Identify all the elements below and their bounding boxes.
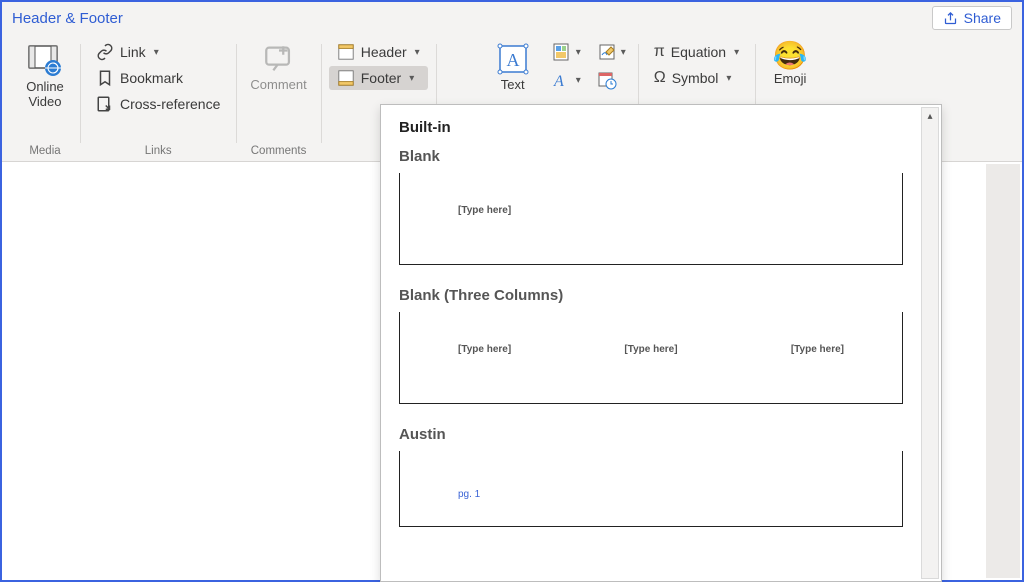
emoji-label: Emoji [774,72,807,87]
signature-icon [597,42,617,62]
equation-label: Equation [671,44,726,60]
placeholder-text: [Type here] [458,205,511,216]
bookmark-label: Bookmark [120,70,183,86]
date-time-icon [597,70,617,90]
chevron-down-icon: ▾ [154,47,159,58]
header-label: Header [361,44,407,60]
equation-button[interactable]: π Equation ▾ [646,40,747,64]
link-label: Link [120,44,146,60]
footer-template-blank[interactable]: [Type here] [399,173,903,265]
chevron-down-icon: ▾ [734,47,739,58]
gallery-item-title: Blank [399,148,903,165]
text-box-icon: A [496,42,530,76]
svg-text:A: A [506,50,519,70]
cross-reference-button[interactable]: Cross-reference [88,92,228,116]
quick-parts-icon [552,42,572,62]
footer-template-austin[interactable]: pg. 1 [399,451,903,527]
chevron-down-icon: ▾ [621,47,626,58]
share-button[interactable]: Share [932,6,1012,30]
gallery-item-title: Blank (Three Columns) [399,287,903,304]
comment-button[interactable]: Comment [244,40,312,95]
footer-icon [337,69,355,87]
emoji-button[interactable]: 😂 Emoji [763,40,817,89]
scrollbar[interactable]: ▴ [921,107,939,579]
bookmark-icon [96,69,114,87]
wordart-icon: A [552,70,572,90]
online-video-button[interactable]: Online Video [18,40,72,112]
chevron-down-icon: ▾ [726,73,731,84]
chevron-down-icon: ▾ [576,75,581,86]
link-button[interactable]: Link ▾ [88,40,228,64]
symbol-button[interactable]: Ω Symbol ▾ [646,66,747,90]
placeholder-text: [Type here] [791,344,844,355]
quick-parts-button[interactable]: ▾ [548,40,585,64]
wordart-button[interactable]: A ▾ [548,68,585,92]
link-icon [96,43,114,61]
group-media-label: Media [29,143,60,161]
header-icon [337,43,355,61]
equation-icon: π [654,43,665,61]
footer-label: Footer [361,70,401,86]
chevron-down-icon: ▾ [576,47,581,58]
svg-text:A: A [553,73,564,90]
comment-label: Comment [250,78,306,93]
placeholder-text: [Type here] [624,344,677,355]
text-box-label: Text [501,78,525,93]
cross-reference-icon [96,95,114,113]
group-links-label: Links [145,143,172,161]
online-video-label: Online Video [26,80,64,110]
scroll-up-icon[interactable]: ▴ [922,108,938,124]
online-video-icon [27,42,63,78]
share-button-label: Share [964,10,1001,26]
group-media: Online Video Media [10,38,80,161]
bookmark-button[interactable]: Bookmark [88,66,228,90]
gallery-item-title: Austin [399,426,903,443]
chevron-down-icon: ▾ [409,73,414,84]
placeholder-text: [Type here] [458,344,511,355]
text-box-button[interactable]: A Text [486,40,540,95]
header-button[interactable]: Header ▾ [329,40,428,64]
share-icon [943,11,958,26]
page-number-text: pg. 1 [458,489,480,500]
chevron-down-icon: ▾ [415,47,420,58]
group-links: Link ▾ Bookmark [80,38,236,161]
date-time-button[interactable] [593,68,630,92]
footer-button[interactable]: Footer ▾ [329,66,428,90]
group-comments: Comment Comments [236,38,320,161]
symbol-icon: Ω [654,69,666,87]
signature-line-button[interactable]: ▾ [593,40,630,64]
app-title: Header & Footer [12,10,123,27]
gallery-section-title: Built-in [399,119,903,136]
symbol-label: Symbol [672,70,719,86]
cross-reference-label: Cross-reference [120,96,220,112]
footer-gallery-dropdown: ▴ Built-in Blank [Type here] Blank (Thre… [380,104,942,582]
group-comments-label: Comments [251,143,307,161]
emoji-icon: 😂 [773,42,808,70]
footer-template-three-columns[interactable]: [Type here] [Type here] [Type here] [399,312,903,404]
comment-icon [262,42,296,76]
